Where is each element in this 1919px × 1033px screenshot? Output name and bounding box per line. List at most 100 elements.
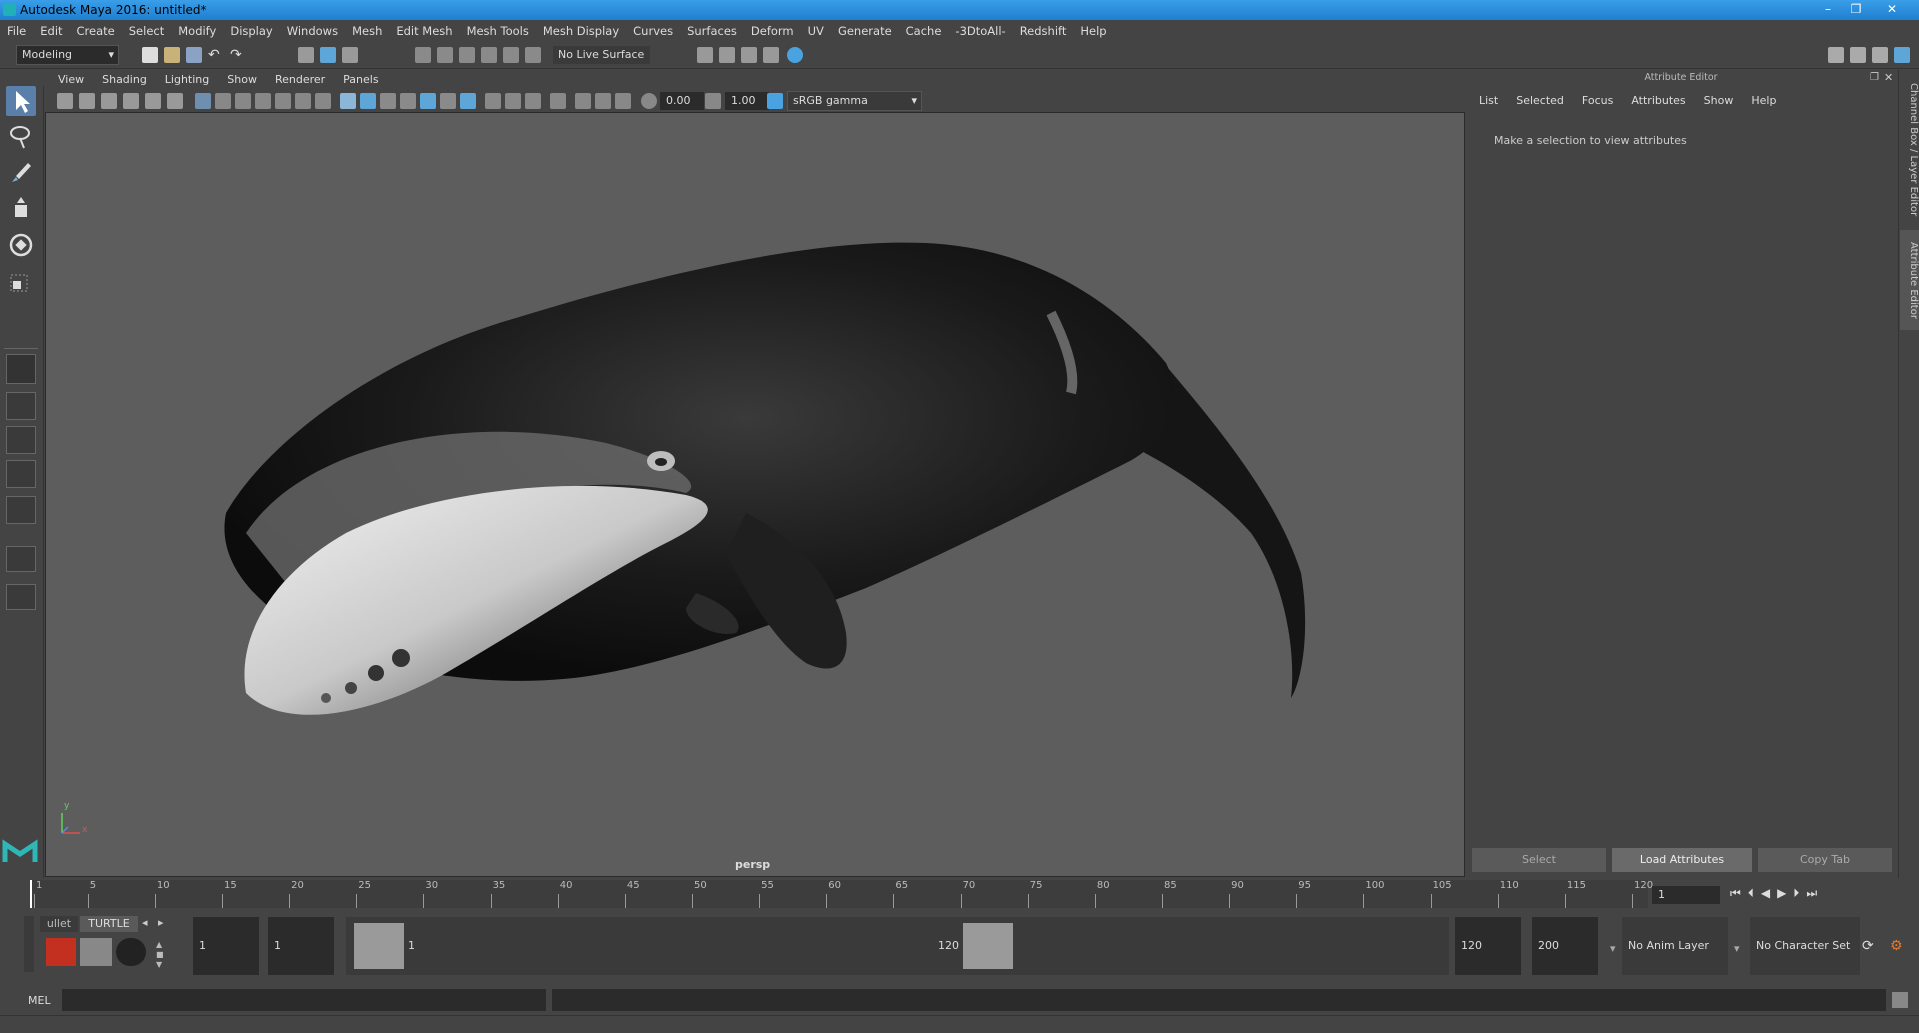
auto-key-icon[interactable]: ⟳ [1862,938,1874,954]
antialias-icon[interactable] [505,93,521,109]
snap-curve-icon[interactable] [437,47,453,63]
view-transform-dropdown[interactable]: sRGB gamma ▾ [787,91,922,111]
single-perspective-layout[interactable] [6,354,36,384]
four-view-layout[interactable] [6,392,36,420]
ae-menu-attributes[interactable]: Attributes [1622,90,1694,112]
channel-box-toggle-icon[interactable] [1894,47,1910,63]
exposure-icon[interactable] [641,93,657,109]
select-tool[interactable] [6,86,36,116]
menu-edit-mesh[interactable]: Edit Mesh [389,20,459,42]
new-scene-icon[interactable] [142,47,158,63]
undo-icon[interactable]: ↶ [208,47,224,63]
menu-uv[interactable]: UV [801,20,831,42]
field-chart-icon[interactable] [275,93,291,109]
shelf-scroll-icon[interactable]: ▲ ■ ▼ [156,940,164,970]
menuset-dropdown[interactable]: Modeling ▾ [16,45,119,65]
menu-edit[interactable]: Edit [33,20,69,42]
select-component-icon[interactable] [342,47,358,63]
character-set-dropdown[interactable]: No Character Set [1750,917,1860,975]
snap-point-icon[interactable] [459,47,475,63]
hypershade-icon[interactable] [787,47,803,63]
paint-select-tool[interactable] [6,158,36,188]
open-scene-icon[interactable] [164,47,180,63]
whale-model[interactable] [46,113,1464,876]
step-back-frame-icon[interactable]: ◀ [1761,886,1777,900]
turtle-render-icon[interactable] [46,938,76,966]
redo-icon[interactable]: ↷ [230,47,246,63]
menu-cache[interactable]: Cache [899,20,949,42]
lasso-tool[interactable] [6,122,36,152]
ambient-occlusion-icon[interactable] [460,93,476,109]
restore-button[interactable]: ❐ [1843,0,1869,18]
range-end-handle[interactable] [963,923,1013,969]
resolution-gate-icon[interactable] [235,93,251,109]
2d-pan-zoom-icon[interactable] [145,93,161,109]
wireframe-on-shaded-icon[interactable] [380,93,396,109]
menu-3dtoall[interactable]: -3DtoAll- [948,20,1012,42]
shelf-tab-bullet[interactable]: ullet [40,916,78,932]
ae-menu-focus[interactable]: Focus [1573,90,1622,112]
float-panel-icon[interactable]: ❐ [1870,72,1879,83]
isolate-select-icon[interactable] [550,93,566,109]
shelf-side-controls[interactable] [24,916,34,972]
custom-layout[interactable] [6,584,36,610]
snap-grid-icon[interactable] [415,47,431,63]
perspective-viewport[interactable]: y x [45,112,1465,877]
grid-icon[interactable] [195,93,211,109]
persp-graph-hypergraph-layout[interactable] [6,546,36,572]
exposure-field[interactable]: 0.00 [660,92,704,110]
safe-action-icon[interactable] [295,93,311,109]
textured-icon[interactable] [400,93,416,109]
grease-pencil-icon[interactable] [167,93,183,109]
anim-layer-dropdown[interactable]: No Anim Layer [1622,917,1728,975]
menu-curves[interactable]: Curves [626,20,680,42]
rotate-tool[interactable] [6,230,36,260]
ae-menu-help[interactable]: Help [1742,90,1785,112]
persp-outliner-layout[interactable] [6,426,36,454]
panel-menu-renderer[interactable]: Renderer [266,70,334,90]
close-button[interactable]: ✕ [1872,0,1912,18]
ae-menu-list[interactable]: List [1470,90,1507,112]
gamma-icon[interactable] [705,93,721,109]
shelf-tab-scroll-right-icon[interactable]: ▸ [158,916,164,929]
snap-view-icon[interactable] [481,47,497,63]
safe-title-icon[interactable] [315,93,331,109]
chevron-down-icon[interactable]: ▾ [1734,942,1740,955]
panel-menu-show[interactable]: Show [218,70,266,90]
menu-modify[interactable]: Modify [171,20,223,42]
wireframe-icon[interactable] [340,93,356,109]
animation-start-field[interactable]: 1 [193,917,259,975]
color-management-icon[interactable] [767,93,783,109]
render-settings-icon[interactable] [763,47,779,63]
camera-attributes-icon[interactable] [79,93,95,109]
current-time-marker[interactable] [30,880,32,908]
menu-mesh-tools[interactable]: Mesh Tools [460,20,536,42]
step-back-key-icon[interactable]: ⏴ [1748,886,1761,900]
persp-graph-layout[interactable] [6,460,36,488]
menu-surfaces[interactable]: Surfaces [680,20,744,42]
menu-redshift[interactable]: Redshift [1013,20,1074,42]
save-scene-icon[interactable] [186,47,202,63]
bookmark-icon[interactable] [101,93,117,109]
tab-channel-box[interactable]: Channel Box / Layer Editor [1900,80,1919,220]
menu-deform[interactable]: Deform [744,20,801,42]
snap-surface-icon[interactable] [503,47,519,63]
range-slider[interactable]: 1 120 [346,917,1449,975]
panel-menu-shading[interactable]: Shading [93,70,156,90]
menu-windows[interactable]: Windows [280,20,345,42]
film-gate-icon[interactable] [215,93,231,109]
current-frame-field[interactable]: 1 [1652,886,1720,904]
lighting-icon[interactable] [420,93,436,109]
select-object-icon[interactable] [320,47,336,63]
snap-vertex-icon[interactable] [525,47,541,63]
panel-menu-lighting[interactable]: Lighting [156,70,218,90]
scale-tool[interactable] [6,266,36,296]
motion-blur-icon[interactable] [485,93,501,109]
menu-help[interactable]: Help [1073,20,1113,42]
tool-settings-icon[interactable] [1872,47,1888,63]
script-editor-icon[interactable] [1892,992,1908,1008]
modeling-toolkit-icon[interactable] [1828,47,1844,63]
xray-icon[interactable] [575,93,591,109]
menu-file[interactable]: File [0,20,33,42]
select-button[interactable]: Select [1472,848,1606,872]
